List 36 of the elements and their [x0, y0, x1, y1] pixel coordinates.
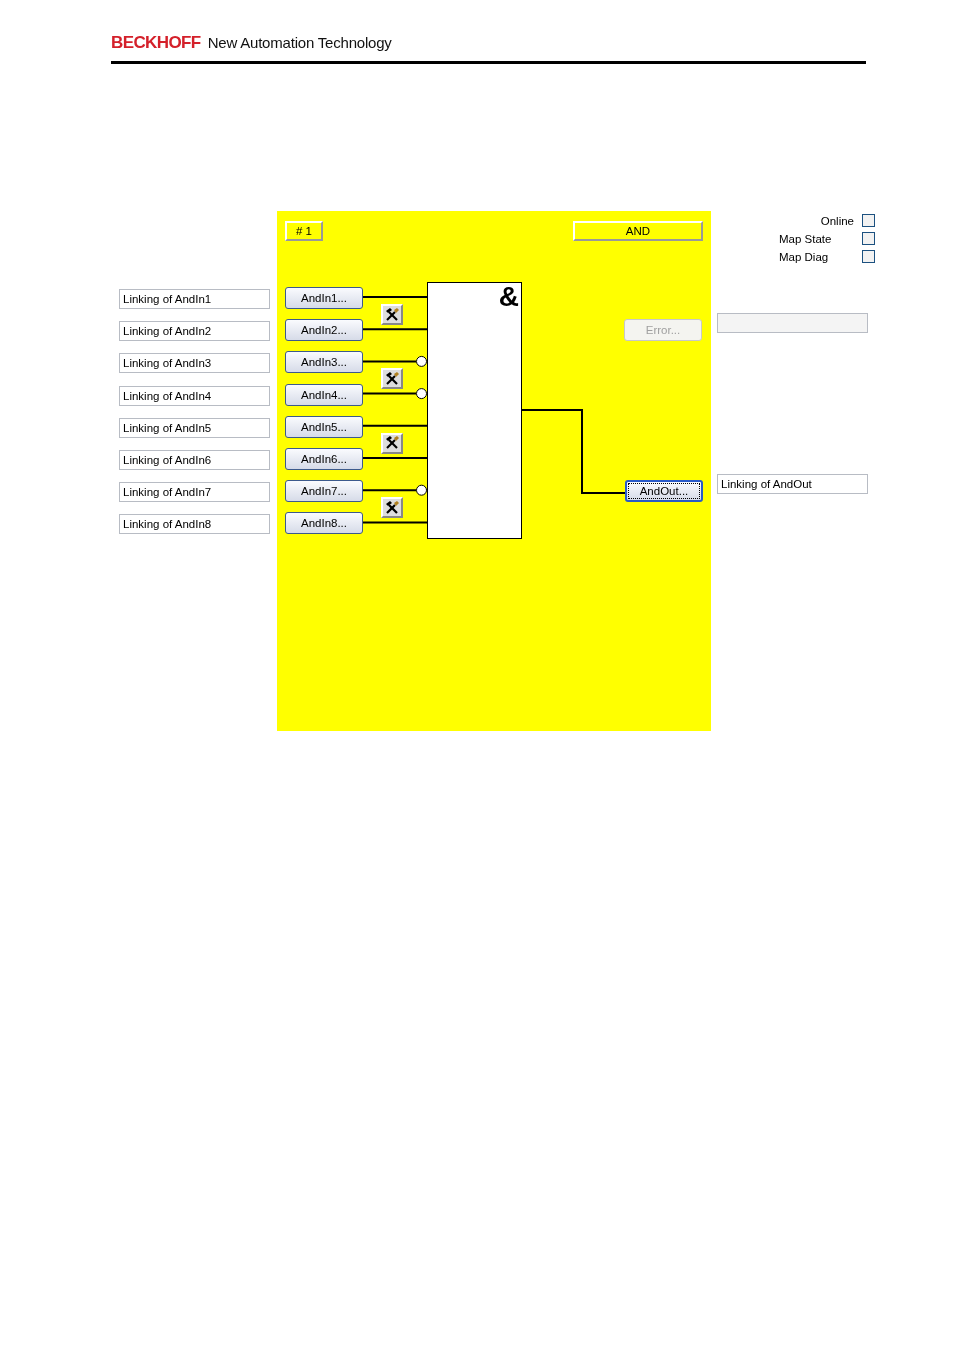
tagline: New Automation Technology: [207, 34, 392, 51]
link-field[interactable]: Linking of AndIn6: [119, 449, 270, 470]
brand-logo: BECKHOFF: [111, 33, 201, 53]
input-button[interactable]: AndIn3...: [285, 351, 363, 374]
tools-icon[interactable]: [381, 497, 403, 519]
tools-icon[interactable]: [381, 432, 403, 454]
block-type: AND: [573, 221, 703, 241]
checkbox[interactable]: [862, 250, 875, 263]
block-number: # 1: [285, 221, 323, 241]
checkbox[interactable]: [862, 232, 875, 245]
input-button[interactable]: AndIn7...: [285, 480, 363, 503]
input-button[interactable]: AndIn6...: [285, 448, 363, 470]
checkbox-label: Online: [820, 214, 854, 227]
input-button[interactable]: AndIn5...: [285, 415, 363, 438]
tools-icon[interactable]: [381, 368, 403, 390]
input-button[interactable]: AndIn1...: [285, 287, 363, 309]
link-field[interactable]: Linking of AndOut: [717, 474, 868, 494]
link-field[interactable]: Linking of AndIn8: [119, 514, 270, 535]
checkbox-label: Map Diag: [779, 250, 830, 263]
input-button[interactable]: AndIn4...: [285, 383, 363, 406]
link-field[interactable]: Linking of AndIn2: [119, 321, 270, 342]
gate-symbol: &: [498, 281, 519, 313]
link-field[interactable]: Linking of AndIn5: [119, 417, 270, 438]
link-field[interactable]: Linking of AndIn3: [119, 353, 270, 374]
tools-icon[interactable]: [381, 304, 403, 325]
wire: [362, 392, 417, 395]
link-field[interactable]: Linking of AndIn4: [119, 385, 270, 406]
input-button[interactable]: AndIn2...: [285, 319, 363, 342]
link-field[interactable]: Linking of AndIn7: [119, 482, 270, 503]
checkbox-label: Map State: [779, 232, 833, 245]
wire: [362, 489, 417, 492]
output-button[interactable]: AndOut...: [625, 480, 703, 502]
link-field[interactable]: Linking of AndIn1: [119, 289, 270, 309]
checkbox[interactable]: [862, 214, 875, 227]
wire: [362, 360, 417, 363]
input-button[interactable]: AndIn8...: [285, 512, 363, 535]
